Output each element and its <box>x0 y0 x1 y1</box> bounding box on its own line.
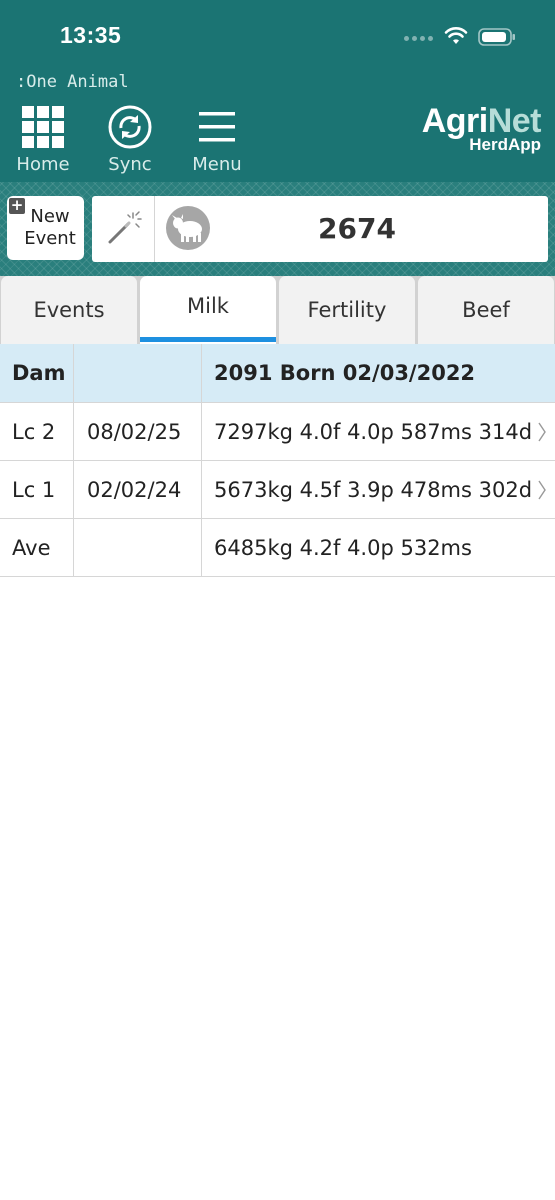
tab-label: Fertility <box>307 298 387 322</box>
home-label: Home <box>16 154 70 175</box>
table-header-row: Dam 2091 Born 02/03/2022 <box>0 344 555 403</box>
wand-button[interactable] <box>92 196 155 262</box>
chevron-right-icon <box>538 422 546 442</box>
table-row[interactable]: Lc 1 02/02/24 5673kg 4.5f 3.9p 478ms 302… <box>0 461 555 519</box>
new-event-button[interactable]: + New Event <box>7 196 84 260</box>
sync-label: Sync <box>108 154 152 175</box>
new-event-line1: New <box>30 206 70 227</box>
agrinet-logo: AgriNet HerdApp <box>422 102 542 153</box>
new-event-label: New Event <box>19 206 81 250</box>
grid-icon <box>22 106 64 148</box>
magic-wand-icon <box>108 211 142 244</box>
home-button[interactable]: Home <box>8 104 78 178</box>
animal-number: 2674 <box>318 212 396 245</box>
tab-label: Events <box>33 298 105 322</box>
menu-label: Menu <box>192 154 242 175</box>
status-time: 13:35 <box>60 22 122 48</box>
calving-date: 02/02/24 <box>74 461 202 518</box>
tab-label: Milk <box>187 294 229 318</box>
average-summary: 6485kg 4.2f 4.0p 532ms <box>214 535 472 560</box>
sync-icon <box>108 105 152 149</box>
animal-id-box: 2674 <box>92 196 548 262</box>
table-row: Ave 6485kg 4.2f 4.0p 532ms <box>0 519 555 577</box>
active-tab-indicator <box>140 337 276 342</box>
tab-bar: Events Milk Fertility Beef <box>0 276 555 344</box>
average-date <box>74 519 202 576</box>
app-header: 13:35 :One Animal Home Sync Menu AgriNet… <box>0 0 555 182</box>
lactation-summary: 5673kg 4.5f 3.9p 478ms 302d <box>214 477 533 502</box>
milk-table: Dam 2091 Born 02/03/2022 Lc 2 08/02/25 7… <box>0 344 555 577</box>
average-label: Ave <box>0 519 74 576</box>
calving-date: 08/02/25 <box>74 403 202 460</box>
lactation-label: Lc 1 <box>0 461 74 518</box>
hamburger-icon <box>199 112 235 142</box>
cow-icon <box>166 206 210 250</box>
cellular-signal-icon <box>404 36 434 42</box>
sync-button[interactable]: Sync <box>95 104 165 178</box>
screen-title: :One Animal <box>16 72 129 92</box>
lactation-label: Lc 2 <box>0 403 74 460</box>
tab-milk[interactable]: Milk <box>140 276 276 344</box>
tab-beef[interactable]: Beef <box>418 276 554 344</box>
chevron-right-icon <box>538 480 546 500</box>
battery-icon <box>478 28 515 46</box>
header-dam: Dam <box>0 344 74 402</box>
table-row[interactable]: Lc 2 08/02/25 7297kg 4.0f 4.0p 587ms 314… <box>0 403 555 461</box>
tab-label: Beef <box>462 298 510 322</box>
menu-button[interactable]: Menu <box>182 104 252 178</box>
tab-fertility[interactable]: Fertility <box>279 276 415 344</box>
lactation-summary: 7297kg 4.0f 4.0p 587ms 314d <box>214 419 533 444</box>
wifi-icon <box>444 27 468 44</box>
tab-events[interactable]: Events <box>1 276 137 344</box>
header-dam-info: 2091 Born 02/03/2022 <box>214 361 476 385</box>
new-event-line2: Event <box>24 228 76 249</box>
header-blank <box>74 344 202 402</box>
